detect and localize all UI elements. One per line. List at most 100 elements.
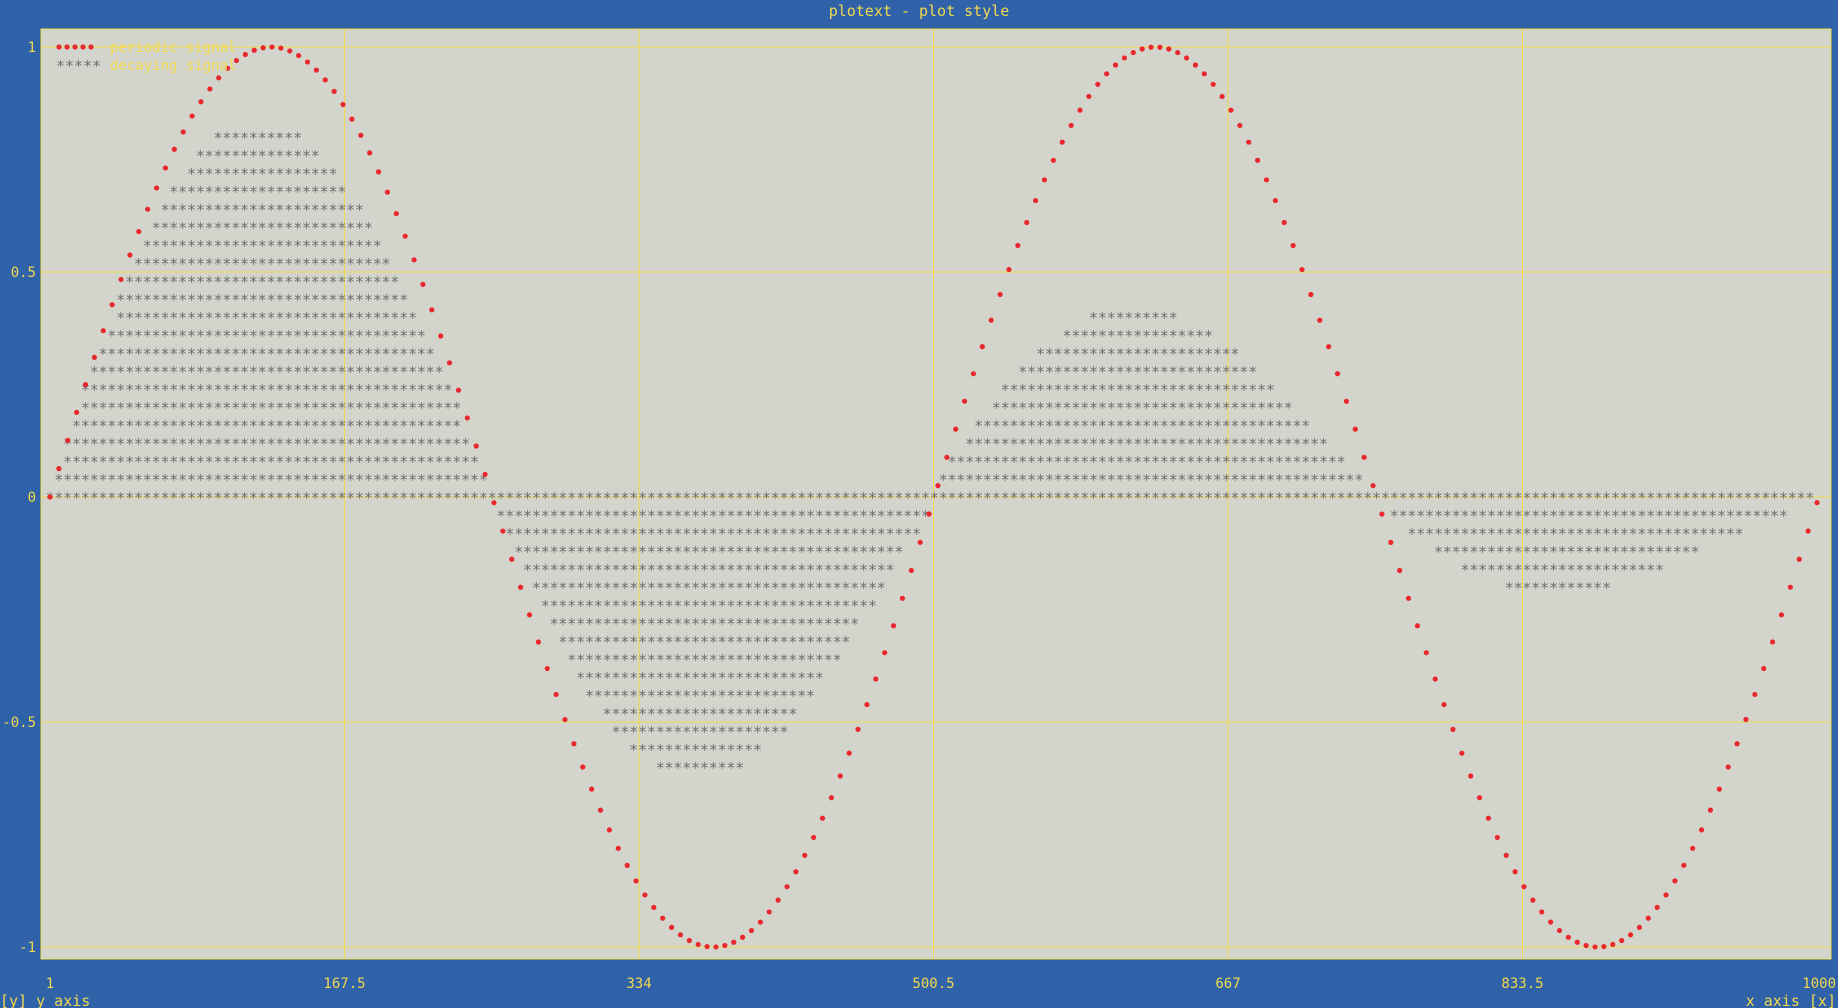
decaying-point: * (788, 615, 797, 633)
periodic-point (722, 942, 728, 949)
decaying-point: * (364, 435, 373, 453)
periodic-point (748, 927, 755, 934)
periodic-point (216, 75, 222, 81)
decaying-point: * (1098, 471, 1107, 489)
decaying-point: * (249, 309, 258, 327)
decaying-point: * (638, 543, 647, 561)
decaying-point: * (1407, 507, 1416, 525)
decaying-point: * (284, 345, 293, 363)
decaying-point: * (143, 363, 152, 381)
decaying-point: * (1222, 453, 1231, 471)
decaying-point: * (1354, 489, 1363, 507)
periodic-point (997, 291, 1003, 298)
decaying-point: * (585, 615, 594, 633)
decaying-point: * (948, 453, 957, 471)
decaying-point: * (1116, 327, 1125, 345)
decaying-point: * (691, 669, 700, 687)
decaying-point: * (214, 165, 223, 183)
decaying-point: * (187, 435, 196, 453)
decaying-point: * (718, 687, 727, 705)
decaying-point: * (346, 453, 355, 471)
decaying-point: * (1248, 399, 1257, 417)
periodic-point (1716, 786, 1722, 792)
decaying-point: * (63, 489, 72, 507)
decaying-point: * (302, 255, 311, 273)
periodic-point (1352, 426, 1358, 432)
decaying-point: * (744, 597, 753, 615)
periodic-point (1414, 623, 1421, 629)
decaying-point: * (355, 201, 364, 219)
periodic-point (1690, 845, 1696, 851)
decaying-point: * (1584, 507, 1593, 525)
decaying-point: * (240, 237, 249, 255)
decaying-point: * (558, 633, 567, 651)
decaying-point: * (709, 687, 718, 705)
periodic-point (1388, 539, 1394, 545)
decaying-point: * (205, 417, 214, 435)
decaying-point: * (1045, 471, 1054, 489)
decaying-point: * (240, 435, 249, 453)
decaying-point: * (337, 237, 346, 255)
decaying-point: * (1009, 417, 1018, 435)
decaying-point: * (337, 345, 346, 363)
decaying-point: * (1195, 417, 1204, 435)
decaying-point: * (762, 669, 771, 687)
decaying-point: * (1001, 399, 1010, 417)
decaying-point: * (320, 345, 329, 363)
decaying-point: * (682, 633, 691, 651)
decaying-point: * (718, 561, 727, 579)
periodic-point (953, 426, 959, 432)
decaying-point: * (629, 741, 638, 759)
decaying-point: * (258, 201, 267, 219)
decaying-point: * (399, 471, 408, 489)
decaying-point: * (205, 435, 214, 453)
decaying-point: * (1080, 453, 1089, 471)
decaying-point: * (965, 489, 974, 507)
decaying-point: * (1292, 435, 1301, 453)
decaying-point: * (99, 381, 108, 399)
decaying-point: * (240, 273, 249, 291)
decaying-point: * (585, 543, 594, 561)
decaying-point: * (426, 417, 435, 435)
decaying-point: * (673, 705, 682, 723)
decaying-point: * (1726, 525, 1735, 543)
decaying-point: * (1001, 417, 1010, 435)
decaying-point: * (408, 309, 417, 327)
decaying-point: * (1089, 453, 1098, 471)
decaying-point: * (311, 363, 320, 381)
decaying-point: * (647, 597, 656, 615)
decaying-point: * (320, 273, 329, 291)
decaying-point: * (311, 489, 320, 507)
decaying-point: * (629, 615, 638, 633)
decaying-point: * (638, 723, 647, 741)
periodic-point (1095, 81, 1101, 87)
decaying-point: * (399, 453, 408, 471)
decaying-point: * (443, 435, 452, 453)
decaying-point: * (948, 471, 957, 489)
decaying-point: * (390, 417, 399, 435)
decaying-point: * (382, 381, 391, 399)
decaying-point: * (611, 543, 620, 561)
decaying-point: * (691, 741, 700, 759)
periodic-point (491, 500, 497, 506)
decaying-point: * (390, 291, 399, 309)
decaying-point: * (249, 435, 258, 453)
decaying-point: * (302, 381, 311, 399)
decaying-point: * (346, 291, 355, 309)
decaying-point: * (399, 435, 408, 453)
decaying-point: * (780, 705, 789, 723)
periodic-point (1672, 878, 1678, 884)
decaying-point: * (620, 543, 629, 561)
decaying-point: * (328, 237, 337, 255)
decaying-point: * (267, 219, 276, 237)
decaying-point: * (134, 273, 143, 291)
decaying-point: * (1319, 435, 1328, 453)
decaying-point: * (841, 543, 850, 561)
decaying-point: * (824, 615, 833, 633)
decaying-point: * (1584, 543, 1593, 561)
decaying-point: * (514, 525, 523, 543)
periodic-point (296, 52, 302, 59)
decaying-point: * (1142, 417, 1151, 435)
decaying-point: * (673, 597, 682, 615)
decaying-point: * (222, 453, 231, 471)
